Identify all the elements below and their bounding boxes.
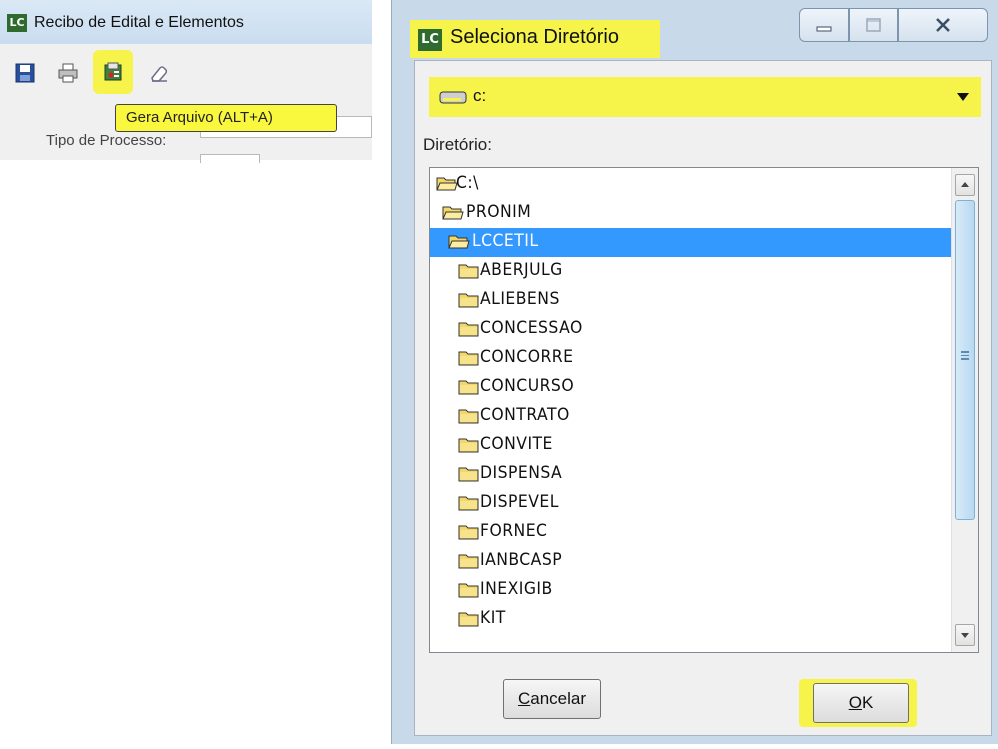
directory-item[interactable]: INEXIGIB — [430, 576, 952, 605]
directory-name: INEXIGIB — [480, 579, 553, 599]
folder-icon — [458, 409, 479, 424]
scroll-up-button[interactable] — [955, 174, 975, 196]
directory-name: FORNEC — [480, 521, 548, 541]
drive-icon — [439, 91, 467, 104]
directory-name: DISPEVEL — [480, 492, 559, 512]
directory-name: PRONIM — [466, 202, 532, 222]
directory-name: DISPENSA — [480, 463, 563, 483]
directory-item[interactable]: ALIEBENS — [430, 286, 952, 315]
grip-icon — [961, 351, 969, 360]
main-window-fragment: LC Recibo de Edital e Elementos Tipo de … — [0, 0, 372, 163]
maximize-button[interactable] — [849, 8, 898, 42]
directory-item[interactable]: DISPEVEL — [430, 489, 952, 518]
dialog-logo: LC — [418, 29, 442, 51]
folder-icon — [458, 293, 479, 308]
app-logo: LC — [7, 14, 27, 32]
ok-button[interactable]: OK — [813, 683, 909, 723]
chevron-down-icon[interactable] — [957, 93, 969, 101]
directory-name: CONCURSO — [480, 376, 575, 396]
directory-item[interactable]: CONCORRE — [430, 344, 952, 373]
directory-name: KIT — [480, 608, 506, 628]
close-button[interactable] — [898, 8, 988, 42]
secondary-field[interactable] — [200, 154, 260, 163]
folder-open-icon — [448, 235, 470, 249]
dialog-frame: LC Seleciona Diretório c: Diretório: C:\… — [391, 0, 998, 744]
drive-value: c: — [473, 86, 487, 105]
directory-item[interactable]: FORNEC — [430, 518, 952, 547]
directory-name: CONTRATO — [480, 405, 570, 425]
eraser-icon[interactable] — [148, 62, 170, 84]
maximize-icon — [866, 18, 881, 32]
scroll-thumb[interactable] — [955, 200, 975, 520]
folder-icon — [458, 525, 479, 540]
directory-name: CONVITE — [480, 434, 553, 454]
dialog-content: c: Diretório: C:\ PRONIM LCCETIL ABERJULG AL… — [414, 60, 992, 736]
directory-name: CONCORRE — [480, 347, 574, 367]
dialog-title: Seleciona Diretório — [450, 26, 619, 48]
tooltip: Gera Arquivo (ALT+A) — [115, 104, 337, 132]
directory-name: LCCETIL — [472, 231, 539, 251]
close-icon — [936, 18, 950, 32]
directory-item[interactable]: KIT — [430, 605, 952, 634]
save-icon[interactable] — [14, 62, 36, 84]
directory-item[interactable]: ABERJULG — [430, 257, 952, 286]
folder-icon — [458, 496, 479, 511]
folder-icon — [458, 438, 479, 453]
directory-name: C:\ — [456, 173, 479, 193]
directory-item[interactable]: PRONIM — [430, 199, 952, 228]
directory-label: Diretório: — [423, 135, 492, 154]
folder-icon — [458, 264, 479, 279]
generate-file-icon — [104, 62, 122, 81]
folder-icon — [458, 322, 479, 337]
tipo-processo-label: Tipo de Processo: — [46, 132, 167, 149]
arrow-down-icon — [961, 633, 969, 638]
directory-item[interactable]: CONVITE — [430, 431, 952, 460]
directory-list[interactable]: C:\ PRONIM LCCETIL ABERJULG ALIEBENS CONCESSA… — [429, 167, 979, 653]
directory-name: ABERJULG — [480, 260, 563, 280]
directory-name: ALIEBENS — [480, 289, 560, 309]
folder-open-icon — [442, 206, 464, 220]
directory-name: IANBCASP — [480, 550, 563, 570]
minimize-icon — [816, 26, 832, 32]
minimize-button[interactable] — [799, 8, 849, 42]
folder-icon — [458, 380, 479, 395]
folder-open-icon — [436, 177, 458, 191]
cancel-button[interactable]: Cancelar — [503, 679, 601, 719]
directory-item[interactable]: C:\ — [430, 170, 952, 199]
toolbar — [0, 52, 372, 96]
directory-item[interactable]: LCCETIL — [430, 228, 952, 257]
print-icon[interactable] — [57, 62, 79, 84]
folder-icon — [458, 351, 479, 366]
vertical-scrollbar[interactable] — [951, 168, 978, 652]
folder-icon — [458, 612, 479, 627]
folder-icon — [458, 554, 479, 569]
directory-item[interactable]: DISPENSA — [430, 460, 952, 489]
generate-file-button[interactable] — [93, 50, 133, 94]
folder-icon — [458, 583, 479, 598]
directory-item[interactable]: CONCESSAO — [430, 315, 952, 344]
main-window-title: Recibo de Edital e Elementos — [34, 14, 244, 31]
scroll-down-button[interactable] — [955, 624, 975, 646]
drive-select[interactable]: c: — [429, 77, 981, 117]
select-directory-dialog: LC Seleciona Diretório c: Diretório: C:\… — [383, 0, 998, 749]
main-window-titlebar: LC Recibo de Edital e Elementos — [0, 0, 372, 44]
directory-name: CONCESSAO — [480, 318, 583, 338]
directory-item[interactable]: CONCURSO — [430, 373, 952, 402]
arrow-up-icon — [961, 182, 969, 187]
folder-icon — [458, 467, 479, 482]
directory-item[interactable]: IANBCASP — [430, 547, 952, 576]
directory-item[interactable]: CONTRATO — [430, 402, 952, 431]
